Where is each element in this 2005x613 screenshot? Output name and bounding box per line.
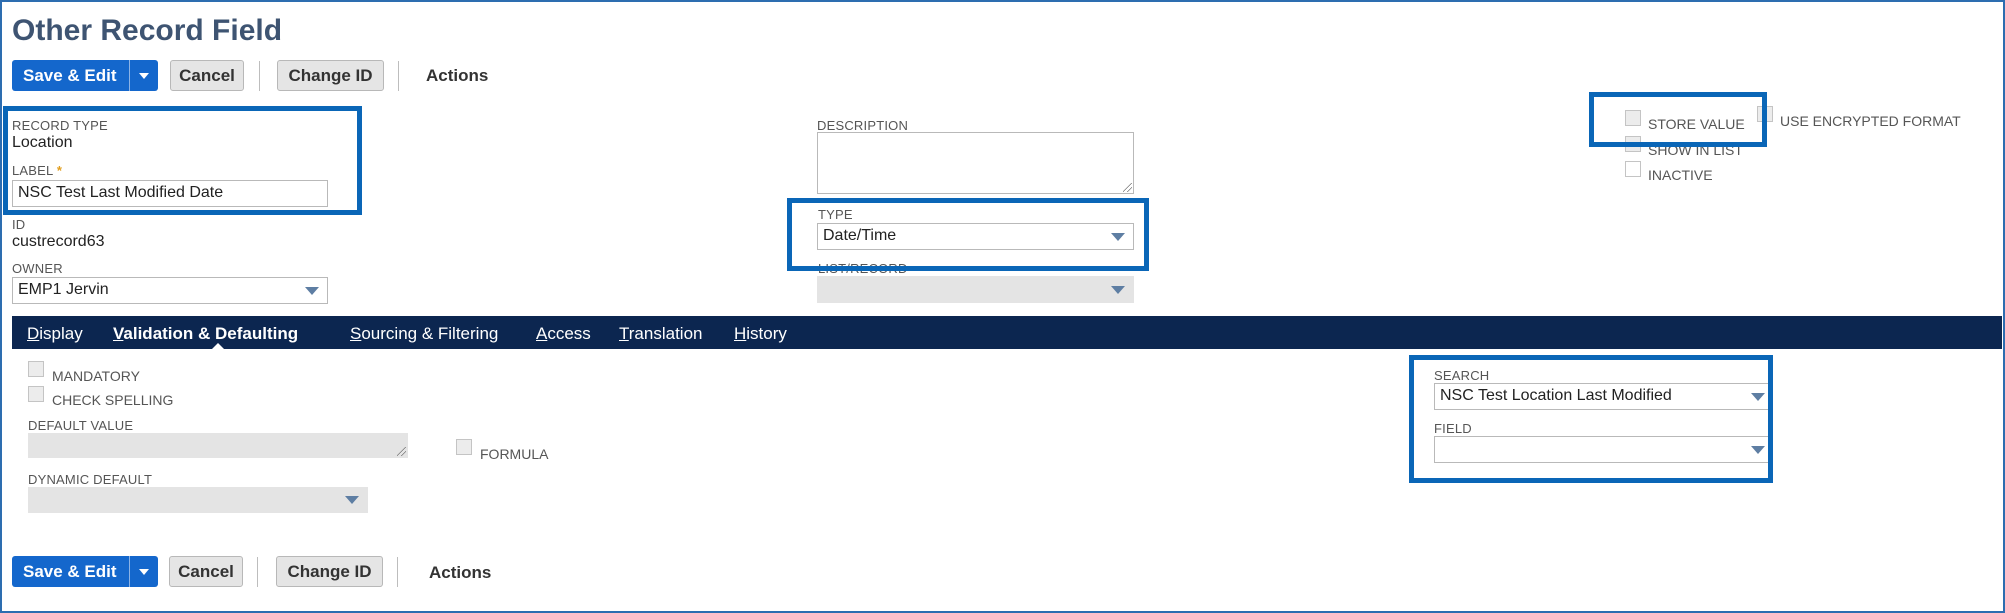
- dynamic-default-select: [28, 487, 368, 513]
- tab-translation[interactable]: Translation: [619, 324, 702, 344]
- list-record-select: [817, 276, 1134, 303]
- chevron-down-icon: [1111, 286, 1125, 294]
- check-spelling-label: CHECK SPELLING: [52, 392, 174, 408]
- tab-validation-label: alidation & Defaulting: [123, 324, 299, 343]
- toolbar-divider: [398, 61, 399, 91]
- tab-history-accesskey: H: [734, 324, 747, 343]
- owner-select-value: EMP1 Jervin: [18, 281, 109, 298]
- change-id-button[interactable]: Change ID: [277, 60, 384, 91]
- save-edit-button[interactable]: Save & Edit: [12, 60, 158, 91]
- formula-label: FORMULA: [480, 446, 549, 462]
- tab-validation-accesskey: V: [113, 324, 124, 343]
- owner-label: OWNER: [12, 261, 63, 276]
- save-options-dropdown[interactable]: [130, 60, 158, 91]
- tab-access-label: ccess: [547, 324, 591, 343]
- resize-handle[interactable]: [1123, 183, 1132, 192]
- formula-checkbox[interactable]: [456, 439, 472, 455]
- chevron-down-icon: [138, 72, 149, 79]
- actions-menu[interactable]: Actions: [426, 66, 488, 86]
- highlight-box-type: [787, 198, 1149, 271]
- save-edit-button-bottom[interactable]: Save & Edit: [12, 556, 158, 587]
- subtab-bar: [12, 316, 2002, 349]
- mandatory-label: MANDATORY: [52, 368, 140, 384]
- tab-display[interactable]: Display: [27, 324, 83, 344]
- highlight-box-record-info: [3, 106, 362, 215]
- tab-sourcing-accesskey: S: [350, 324, 362, 343]
- toolbar-divider: [397, 557, 398, 587]
- default-value-label: DEFAULT VALUE: [28, 418, 134, 433]
- chevron-down-icon: [138, 568, 149, 575]
- tab-access[interactable]: Access: [536, 324, 591, 344]
- use-encrypted-format-label: USE ENCRYPTED FORMAT: [1780, 113, 1961, 129]
- active-tab-pointer: [212, 343, 224, 349]
- tab-sourcing-label: ourcing & Filtering: [361, 324, 499, 343]
- save-edit-label[interactable]: Save & Edit: [12, 60, 130, 91]
- inactive-checkbox[interactable]: [1625, 161, 1641, 177]
- tab-history-label: istory: [746, 324, 787, 343]
- tab-access-accesskey: A: [536, 324, 548, 343]
- save-options-dropdown-bottom[interactable]: [130, 556, 158, 587]
- chevron-down-icon: [345, 496, 359, 504]
- tab-translation-accesskey: T: [619, 324, 629, 343]
- owner-select[interactable]: EMP1 Jervin: [12, 277, 328, 304]
- tab-translation-label: ranslation: [628, 324, 703, 343]
- toolbar-divider: [259, 61, 260, 91]
- inactive-label: INACTIVE: [1648, 167, 1713, 183]
- tab-display-label: isplay: [39, 324, 83, 343]
- description-textarea[interactable]: [817, 132, 1134, 194]
- id-value: custrecord63: [12, 233, 105, 250]
- save-edit-label-bottom[interactable]: Save & Edit: [12, 556, 130, 587]
- cancel-button-bottom[interactable]: Cancel: [169, 556, 243, 587]
- chevron-down-icon: [305, 287, 319, 295]
- tab-validation-defaulting[interactable]: Validation & Defaulting: [113, 324, 298, 344]
- page-title: Other Record Field: [12, 14, 283, 47]
- tab-display-accesskey: D: [27, 324, 40, 343]
- toolbar-divider: [257, 557, 258, 587]
- description-label: DESCRIPTION: [817, 118, 909, 133]
- cancel-button[interactable]: Cancel: [170, 60, 244, 91]
- change-id-button-bottom[interactable]: Change ID: [276, 556, 383, 587]
- check-spelling-checkbox[interactable]: [28, 386, 44, 402]
- highlight-box-search-field: [1409, 355, 1773, 483]
- dynamic-default-label: DYNAMIC DEFAULT: [28, 472, 153, 487]
- resize-handle: [397, 447, 406, 456]
- tab-sourcing-filtering[interactable]: Sourcing & Filtering: [350, 324, 498, 344]
- tab-history[interactable]: History: [734, 324, 787, 344]
- id-label: ID: [12, 217, 26, 232]
- default-value-textarea: [28, 433, 408, 458]
- highlight-box-store-value: [1589, 92, 1767, 147]
- mandatory-checkbox[interactable]: [28, 361, 44, 377]
- actions-menu-bottom[interactable]: Actions: [429, 563, 491, 583]
